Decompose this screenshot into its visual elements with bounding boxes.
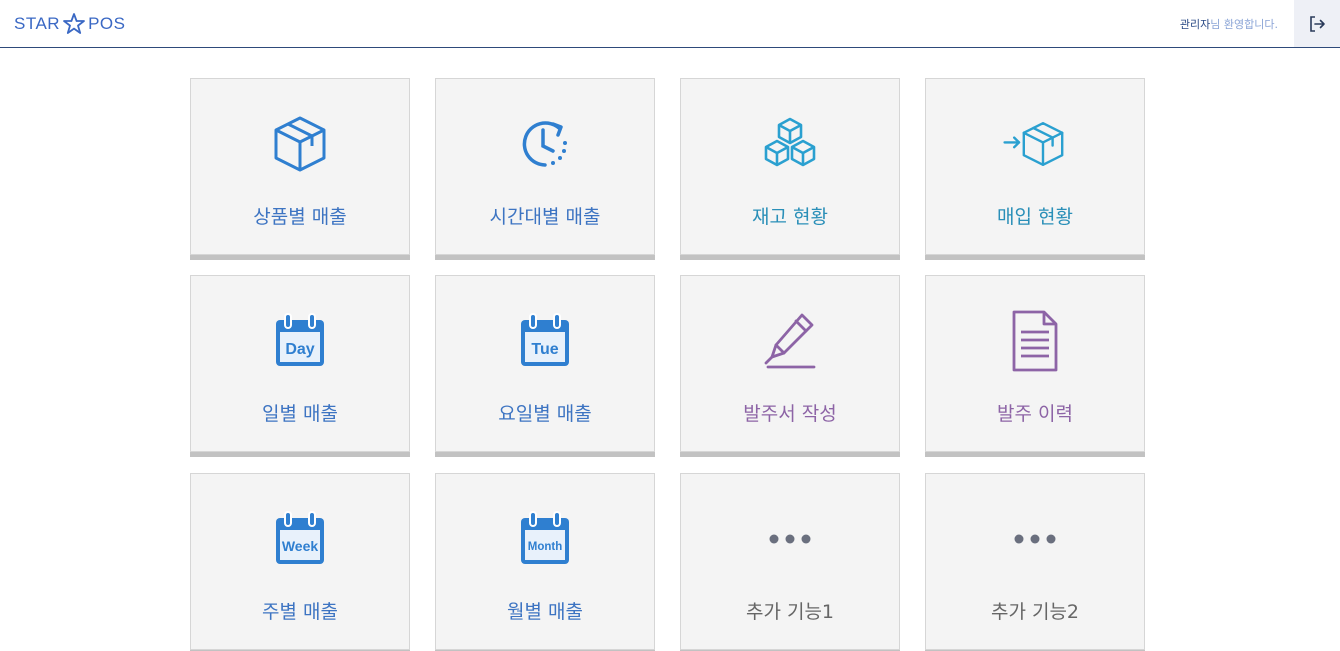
tile-label: 매입 현황 <box>997 206 1073 228</box>
tile-create-order[interactable]: 발주서 작성 <box>680 275 900 452</box>
tile-label: 일별 매출 <box>262 403 338 425</box>
svg-text:Month: Month <box>528 541 562 553</box>
tile-label: 요일별 매출 <box>498 403 592 425</box>
tile-sales-by-product[interactable]: 상품별 매출 <box>190 78 410 255</box>
tile-label: 추가 기능1 <box>745 601 835 623</box>
tile-inventory-status[interactable]: 재고 현황 <box>680 78 900 255</box>
tile-purchase-status[interactable]: 매입 현황 <box>925 78 1145 255</box>
user-name: 관리자 <box>1179 18 1211 31</box>
logo-text-star: STAR <box>14 14 61 33</box>
tile-extra-feature-1[interactable]: 추가 기능1 <box>680 473 900 650</box>
tile-order-history[interactable]: 발주 이력 <box>925 275 1145 452</box>
tile-label: 주별 매출 <box>262 601 338 623</box>
tile-label: 월별 매출 <box>507 601 583 623</box>
stacked-boxes-icon <box>758 112 822 176</box>
greeting-suffix: 님 환영합니다. <box>1210 18 1278 31</box>
more-dots-icon <box>758 507 822 571</box>
calendar-week-icon: Week <box>268 507 332 571</box>
svg-text:Week: Week <box>282 538 319 554</box>
calendar-weekday-icon: Tue <box>513 309 577 373</box>
top-header: STAR POS 관리자님 환영합니다. <box>0 0 1340 48</box>
logout-icon <box>1310 15 1325 32</box>
incoming-box-icon <box>1003 112 1067 176</box>
more-dots-icon <box>1003 507 1067 571</box>
tile-weekday-sales[interactable]: Tue 요일별 매출 <box>435 275 655 452</box>
tile-monthly-sales[interactable]: Month 월별 매출 <box>435 473 655 650</box>
calendar-month-icon: Month <box>513 507 577 571</box>
tile-weekly-sales[interactable]: Week 주별 매출 <box>190 473 410 650</box>
svg-text:Day: Day <box>285 341 314 358</box>
tile-sales-by-time[interactable]: 시간대별 매출 <box>435 78 655 255</box>
svg-text:Tue: Tue <box>531 341 558 358</box>
logo-text-pos: POS <box>88 14 126 33</box>
logo[interactable]: STAR POS <box>14 12 125 36</box>
box-icon <box>268 112 332 176</box>
welcome-message: 관리자님 환영합니다. <box>1180 16 1278 32</box>
tile-label: 재고 현황 <box>752 206 828 228</box>
calendar-day-icon: Day <box>268 309 332 373</box>
tile-label: 발주서 작성 <box>743 403 837 425</box>
pen-icon <box>758 309 822 373</box>
tile-extra-feature-2[interactable]: 추가 기능2 <box>925 473 1145 650</box>
logout-button[interactable] <box>1294 0 1340 47</box>
tile-label: 발주 이력 <box>997 403 1073 425</box>
tile-daily-sales[interactable]: Day 일별 매출 <box>190 275 410 452</box>
tile-label: 시간대별 매출 <box>489 206 601 228</box>
document-icon <box>1003 309 1067 373</box>
tile-label: 추가 기능2 <box>990 601 1080 623</box>
tile-label: 상품별 매출 <box>253 206 347 228</box>
clock-icon <box>513 112 577 176</box>
star-icon <box>63 13 85 34</box>
